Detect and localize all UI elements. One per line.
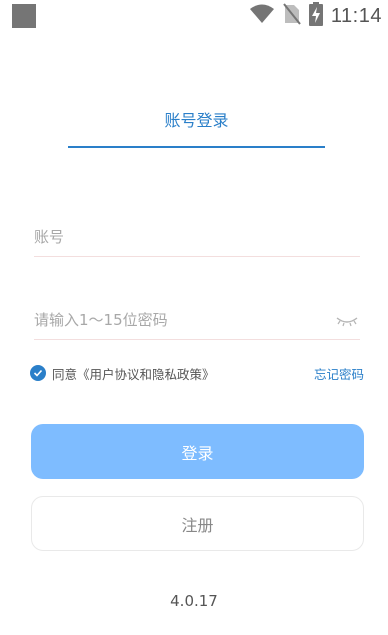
status-bar: 11:14 bbox=[0, 0, 388, 32]
account-input[interactable] bbox=[34, 220, 324, 254]
app-notification-icon bbox=[12, 4, 36, 28]
no-sim-icon bbox=[283, 3, 301, 29]
register-button[interactable]: 注册 bbox=[31, 496, 364, 551]
forgot-password-link[interactable]: 忘记密码 bbox=[314, 364, 364, 383]
agreement-link[interactable]: 同意《用户协议和隐私政策》 bbox=[52, 364, 215, 383]
password-input[interactable] bbox=[34, 303, 324, 337]
battery-charging-icon bbox=[308, 2, 323, 30]
agree-checkbox[interactable] bbox=[30, 365, 46, 381]
tab-label: 账号登录 bbox=[164, 111, 229, 130]
wifi-icon bbox=[249, 4, 275, 28]
status-time: 11:14 bbox=[330, 4, 382, 27]
version-label: 4.0.17 bbox=[170, 592, 218, 610]
tab-active-indicator bbox=[68, 146, 325, 148]
login-button[interactable]: 登录 bbox=[31, 424, 364, 479]
tab-account-login[interactable]: 账号登录 bbox=[68, 110, 325, 148]
check-icon bbox=[33, 369, 43, 377]
account-field-container bbox=[34, 220, 360, 257]
password-field-container bbox=[34, 303, 360, 340]
eye-closed-icon[interactable] bbox=[336, 313, 358, 327]
agreement-row: 同意《用户协议和隐私政策》 忘记密码 bbox=[30, 362, 364, 384]
